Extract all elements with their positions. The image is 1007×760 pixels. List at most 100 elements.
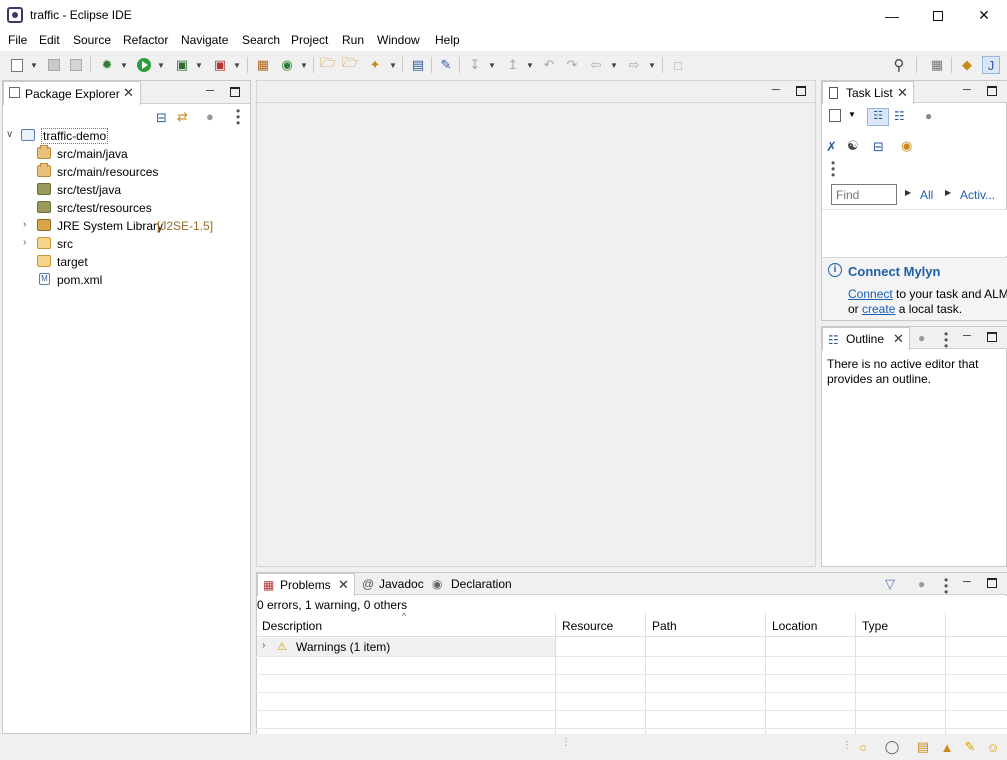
synchronize-icon[interactable]: ● (925, 109, 932, 123)
overview-icon[interactable]: ☺ (985, 739, 1001, 755)
previous-annotation-dropdown-icon[interactable]: ▼ (526, 56, 534, 74)
tab-package-explorer[interactable]: Package Explorer ✕ (3, 81, 141, 105)
whats-new-icon[interactable]: ✎ (962, 739, 978, 755)
menu-project[interactable]: Project (291, 33, 328, 47)
column-header[interactable]: Path (652, 619, 677, 633)
new-task-icon[interactable] (829, 109, 841, 122)
filter-active-link[interactable]: Activ... (960, 188, 995, 202)
filters-icon[interactable]: ● (918, 331, 925, 345)
updates-icon[interactable]: ◯ (884, 739, 900, 755)
tree-item[interactable]: src/main/java (6, 145, 246, 163)
tab-problems[interactable]: ▦ Problems ✕ (257, 573, 355, 596)
tree-item[interactable]: M pom.xml (6, 271, 246, 289)
tree-item[interactable]: target (6, 253, 246, 271)
previous-annotation-icon[interactable]: ↥ (504, 56, 522, 74)
collapse-all-icon[interactable]: ⊟ (873, 139, 884, 155)
debug-icon[interactable]: ✹ (98, 56, 116, 74)
view-menu-icon[interactable]: • • • (236, 105, 240, 129)
marketplace-icon[interactable]: ▤ (915, 739, 931, 755)
external-tools-icon[interactable]: ▣ (211, 56, 229, 74)
menu-source[interactable]: Source (73, 33, 111, 47)
search-tool-icon[interactable]: ✦ (366, 56, 384, 74)
next-annotation-icon[interactable]: ↧ (466, 56, 484, 74)
column-header[interactable]: Location (772, 619, 817, 633)
tab-declaration[interactable]: Declaration (451, 577, 512, 591)
debug-dropdown-icon[interactable]: ▼ (120, 56, 128, 74)
open-type-icon[interactable]: 🗁 (319, 55, 337, 74)
view-menu-icon[interactable]: • • • (944, 574, 948, 598)
minimize-icon[interactable]: ─ (206, 85, 214, 97)
tree-item[interactable]: ∨ traffic-demo (6, 127, 246, 145)
column-header[interactable]: Description (262, 619, 322, 633)
menu-navigate[interactable]: Navigate (181, 33, 228, 47)
tree-item[interactable]: src/main/resources (6, 163, 246, 181)
forward-dropdown-icon[interactable]: ▼ (648, 56, 656, 74)
scheduled-view-icon[interactable]: ☷ (894, 109, 905, 123)
new-java-package-icon[interactable]: ▦ (254, 56, 272, 74)
run-icon[interactable] (135, 56, 153, 74)
new-task-dropdown-icon[interactable]: ▼ (848, 110, 856, 119)
filter-tasks-icon[interactable]: ☯ (847, 138, 859, 154)
search-tool-dropdown-icon[interactable]: ▼ (389, 56, 397, 74)
maximize-icon[interactable] (230, 87, 240, 97)
column-header[interactable]: Resource (562, 619, 613, 633)
filters-icon[interactable]: ● (206, 109, 214, 124)
forward-icon[interactable]: ⇨ (625, 56, 643, 74)
back-dropdown-icon[interactable]: ▼ (610, 56, 618, 74)
maximize-icon[interactable] (987, 332, 997, 342)
tree-item[interactable]: src/test/java (6, 181, 246, 199)
menu-file[interactable]: File (8, 33, 27, 47)
find-input[interactable] (831, 184, 897, 205)
expanded-chevron-icon[interactable]: ∨ (6, 129, 13, 140)
maximize-button[interactable] (915, 0, 961, 31)
back-icon[interactable]: ⇦ (587, 56, 605, 74)
create-link[interactable]: create (862, 302, 895, 316)
new-dropdown-icon[interactable]: ▼ (30, 56, 38, 74)
run-dropdown-icon[interactable]: ▼ (157, 56, 165, 74)
close-icon[interactable]: ✕ (893, 331, 904, 347)
search-icon[interactable]: ⚲ (890, 56, 908, 74)
next-annotation-dropdown-icon[interactable]: ▼ (488, 56, 496, 74)
java-perspective-icon[interactable]: J (982, 56, 1000, 74)
close-icon[interactable]: ✕ (897, 85, 908, 101)
maximize-icon[interactable] (987, 86, 997, 96)
tree-item[interactable]: src/test/resources (6, 199, 246, 217)
save-icon[interactable] (45, 56, 63, 74)
menu-refactor[interactable]: Refactor (123, 33, 168, 47)
tip-bulb-icon[interactable]: ○ (855, 739, 871, 755)
minimize-icon[interactable]: ─ (963, 84, 971, 96)
hide-completed-icon[interactable]: ✗ (826, 139, 837, 155)
filter-icon[interactable]: ▽ (885, 576, 895, 592)
connect-link[interactable]: Connect (848, 287, 893, 301)
close-icon[interactable]: ✕ (123, 85, 134, 101)
new-icon[interactable] (8, 56, 26, 74)
new-java-class-icon[interactable]: ◉ (278, 56, 296, 74)
minimize-icon[interactable]: ─ (963, 330, 971, 342)
menu-search[interactable]: Search (242, 33, 280, 47)
tree-item[interactable]: › JRE System Library [J2SE-1.5] (6, 217, 246, 235)
java-ee-perspective-icon[interactable]: ◆ (958, 56, 976, 74)
focus-on-workweek-icon[interactable]: ◉ (901, 138, 912, 154)
tree-item[interactable]: › src (6, 235, 246, 253)
coverage-icon[interactable]: ▣ (173, 56, 191, 74)
menu-run[interactable]: Run (342, 33, 364, 47)
minimize-button[interactable]: — (869, 0, 915, 31)
tab-outline[interactable]: ☷ Outline ✕ (822, 327, 910, 350)
filters-icon[interactable]: ● (918, 577, 925, 591)
minimize-icon[interactable]: ─ (963, 576, 971, 588)
last-edit-location-icon[interactable]: ↶ (540, 56, 558, 74)
menu-edit[interactable]: Edit (39, 33, 60, 47)
menu-help[interactable]: Help (435, 33, 460, 47)
close-button[interactable]: ✕ (961, 0, 1007, 31)
filter-all-link[interactable]: All (920, 188, 933, 202)
view-menu-icon[interactable]: • • • (944, 328, 948, 352)
tutorials-icon[interactable]: ▲ (939, 739, 955, 755)
next-edit-location-icon[interactable]: ↷ (563, 56, 581, 74)
open-task-icon[interactable]: 🗁 (341, 55, 359, 74)
save-all-icon[interactable] (67, 56, 85, 74)
link-with-editor-icon[interactable]: ⇄ (177, 109, 188, 125)
table-row[interactable]: › ⚠ Warnings (1 item) (257, 638, 555, 656)
terminal-icon[interactable]: ▤ (409, 56, 427, 74)
open-perspective-icon[interactable]: ▦ (928, 56, 946, 74)
view-menu-icon[interactable]: • • • (831, 157, 835, 181)
